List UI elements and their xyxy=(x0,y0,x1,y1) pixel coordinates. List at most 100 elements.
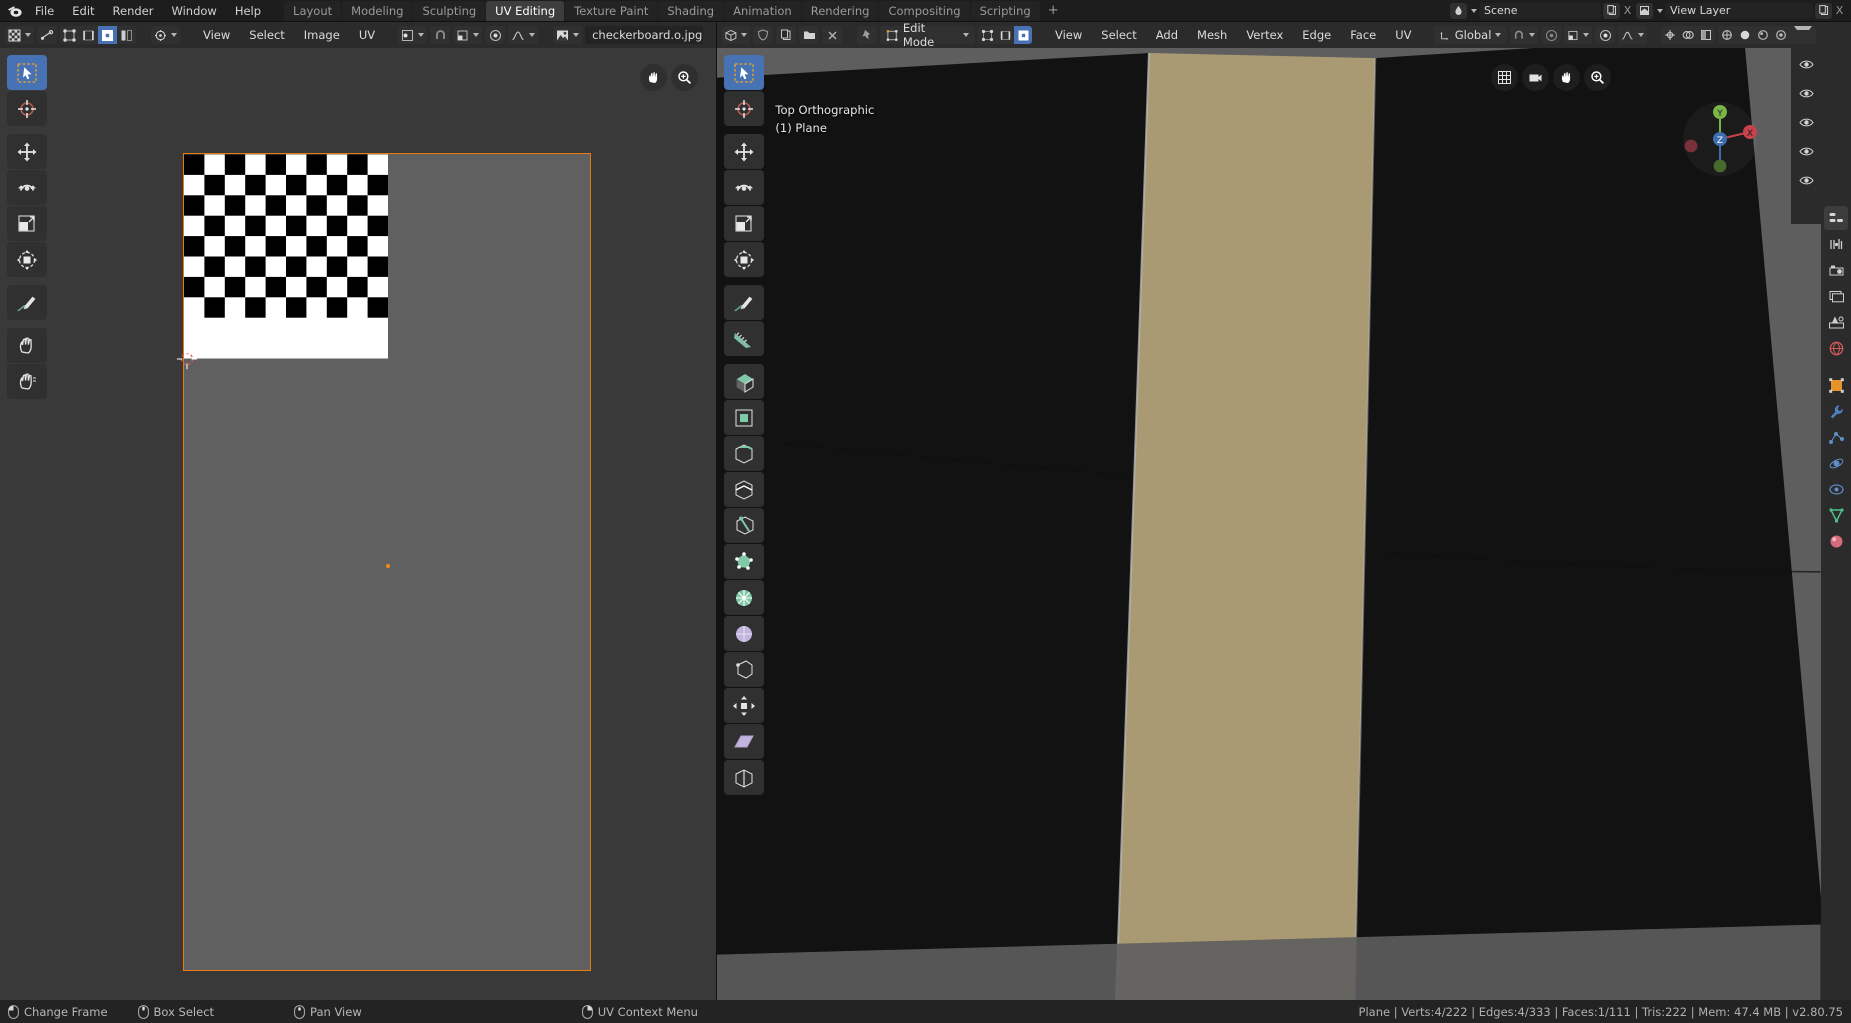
workspace-tab-shading[interactable]: Shading xyxy=(658,0,724,21)
uv-tool-relax[interactable] xyxy=(7,364,47,399)
viewport-type-chevron-down-icon[interactable] xyxy=(741,33,748,37)
v3d-tool-shrink-fatten[interactable] xyxy=(724,688,765,723)
copy-icon[interactable] xyxy=(776,26,797,44)
properties-tab-modifier[interactable] xyxy=(1824,399,1848,423)
viewport-proportional-falloff-icon[interactable] xyxy=(1618,26,1647,44)
v3d-tool-poly-build[interactable] xyxy=(724,544,765,579)
uv-snap-magnet-icon[interactable] xyxy=(430,26,451,44)
menu-file[interactable]: File xyxy=(26,2,63,20)
v3d-tool-select-box[interactable] xyxy=(724,55,765,90)
scene-icon[interactable] xyxy=(1450,2,1467,19)
v3d-tool-move[interactable] xyxy=(724,134,765,169)
uv-falloff-chevron-down-icon[interactable] xyxy=(529,33,536,37)
viewport-zoom-magnifier-icon[interactable] xyxy=(1584,64,1611,91)
properties-tab-render[interactable] xyxy=(1824,232,1848,256)
uv-tool-rotate[interactable] xyxy=(7,170,47,205)
uv-snap-target-icon[interactable] xyxy=(453,26,483,44)
v3d-tool-edge-slide[interactable] xyxy=(724,652,765,687)
uv-sticky-selection-icon[interactable] xyxy=(151,26,180,44)
view-layer-name-field[interactable]: View Layer xyxy=(1665,2,1813,19)
uv-image-browse-chevron-down-icon[interactable] xyxy=(573,33,580,37)
uv-tool-grab[interactable] xyxy=(7,328,47,363)
snap-element-chevron-down-icon[interactable] xyxy=(1583,33,1589,37)
new-scene-icon[interactable] xyxy=(1603,2,1620,19)
uv-tool-scale[interactable] xyxy=(7,206,47,241)
shading-wireframe-icon[interactable] xyxy=(1718,26,1736,44)
workspace-tab-compositing[interactable]: Compositing xyxy=(879,0,970,21)
viewport-proportional-edit-icon[interactable] xyxy=(1595,26,1615,44)
uv-menu-uv[interactable]: UV xyxy=(351,26,383,44)
properties-tab-physics[interactable] xyxy=(1824,451,1848,475)
workspace-tab-scripting[interactable]: Scripting xyxy=(970,0,1040,21)
shield-icon[interactable] xyxy=(753,26,774,44)
viewport-3d-canvas[interactable]: X Y Z Top Orthographic (1) Plane xyxy=(717,48,1821,1000)
viewport-camera-view-icon[interactable] xyxy=(1522,64,1549,91)
workspace-tab-rendering[interactable]: Rendering xyxy=(801,0,879,21)
uv-menu-view[interactable]: View xyxy=(195,26,238,44)
viewport-snap-magnet-icon[interactable] xyxy=(1510,26,1539,44)
viewport-menu-edge[interactable]: Edge xyxy=(1294,26,1339,44)
visibility-eye-icon[interactable] xyxy=(1794,110,1818,134)
workspace-tab-texture-paint[interactable]: Texture Paint xyxy=(565,0,658,21)
visibility-eye-icon[interactable] xyxy=(1794,52,1818,76)
uv-snap-target-chevron-down-icon[interactable] xyxy=(473,33,480,37)
pin-icon[interactable] xyxy=(856,26,877,44)
menu-render[interactable]: Render xyxy=(104,2,163,20)
properties-tab-object[interactable] xyxy=(1824,373,1848,397)
viewport-menu-vertex[interactable]: Vertex xyxy=(1238,26,1291,44)
uv-select-mode-face[interactable] xyxy=(98,26,117,44)
interaction-mode-selector[interactable]: Edit Mode xyxy=(879,21,976,49)
workspace-tab-layout[interactable]: Layout xyxy=(284,0,342,21)
uv-menu-select[interactable]: Select xyxy=(241,26,292,44)
properties-tab-output[interactable] xyxy=(1824,258,1848,282)
viewport-snap-element-icon[interactable] xyxy=(1564,26,1592,44)
v3d-tool-rip-region[interactable] xyxy=(724,760,765,795)
uv-editor-type-chevron-down-icon[interactable] xyxy=(25,33,31,37)
properties-tab-world[interactable] xyxy=(1824,336,1848,360)
xray-toggle-icon[interactable] xyxy=(1697,26,1715,44)
menu-help[interactable]: Help xyxy=(226,2,270,20)
workspace-tab-sculpting[interactable]: Sculpting xyxy=(413,0,486,21)
uv-proportional-edit-icon[interactable] xyxy=(485,26,506,44)
uv-tool-move[interactable] xyxy=(7,134,47,169)
view-layer-icon[interactable] xyxy=(1636,2,1653,19)
mesh-select-mode-vertex[interactable] xyxy=(978,26,996,44)
v3d-tool-knife[interactable] xyxy=(724,508,765,543)
scene-name-field[interactable]: Scene xyxy=(1479,2,1601,19)
v3d-tool-spin[interactable] xyxy=(724,580,765,615)
orientation-chevron-down-icon[interactable] xyxy=(1495,33,1502,37)
uv-tool-cursor[interactable] xyxy=(7,91,47,126)
properties-tab-tool[interactable] xyxy=(1824,206,1848,230)
uv-tool-select-box[interactable] xyxy=(7,55,47,90)
workspace-tab-uv-editing[interactable]: UV Editing xyxy=(486,0,565,21)
properties-tab-view-layer[interactable] xyxy=(1824,284,1848,308)
viewport-menu-view[interactable]: View xyxy=(1047,26,1090,44)
visibility-eye-icon[interactable] xyxy=(1794,81,1818,105)
close-x-icon[interactable] xyxy=(822,26,843,44)
visibility-eye-icon[interactable] xyxy=(1794,139,1818,163)
viewport-grid-icon[interactable] xyxy=(1491,64,1518,91)
uv-pan-hand-icon[interactable] xyxy=(640,64,668,91)
snap-chevron-down-icon[interactable] xyxy=(1529,33,1536,37)
transform-orientation-selector[interactable]: Global xyxy=(1434,26,1508,44)
uv-image-name-field[interactable]: checkerboard.o.jpg xyxy=(585,26,704,44)
shading-material-icon[interactable] xyxy=(1754,26,1772,44)
viewport-menu-mesh[interactable]: Mesh xyxy=(1189,26,1235,44)
viewport-gizmo-overlay-group[interactable] xyxy=(1661,26,1716,44)
viewport-snap-target-icon[interactable] xyxy=(1541,26,1562,44)
v3d-tool-shear[interactable] xyxy=(724,724,765,759)
folder-icon[interactable] xyxy=(799,26,820,44)
blender-logo-icon[interactable] xyxy=(4,1,26,21)
viewport-pan-hand-icon[interactable] xyxy=(1553,64,1580,91)
v3d-tool-inset-faces[interactable] xyxy=(724,400,765,435)
properties-tab-particles[interactable] xyxy=(1824,425,1848,449)
mesh-select-mode-face[interactable] xyxy=(1014,26,1033,44)
view-layer-selector[interactable]: View Layer X xyxy=(1636,2,1845,19)
uv-image-browse-icon[interactable] xyxy=(553,26,583,44)
uv-pivot-chevron-down-icon[interactable] xyxy=(418,33,425,37)
navigation-axis-gizmo[interactable]: X Y Z xyxy=(1681,100,1759,178)
viewport-menu-select[interactable]: Select xyxy=(1093,26,1144,44)
viewport-shading-group[interactable] xyxy=(1718,26,1816,44)
uv-sticky-chevron-down-icon[interactable] xyxy=(171,33,177,37)
scene-chevron-down-icon[interactable] xyxy=(1471,8,1477,13)
